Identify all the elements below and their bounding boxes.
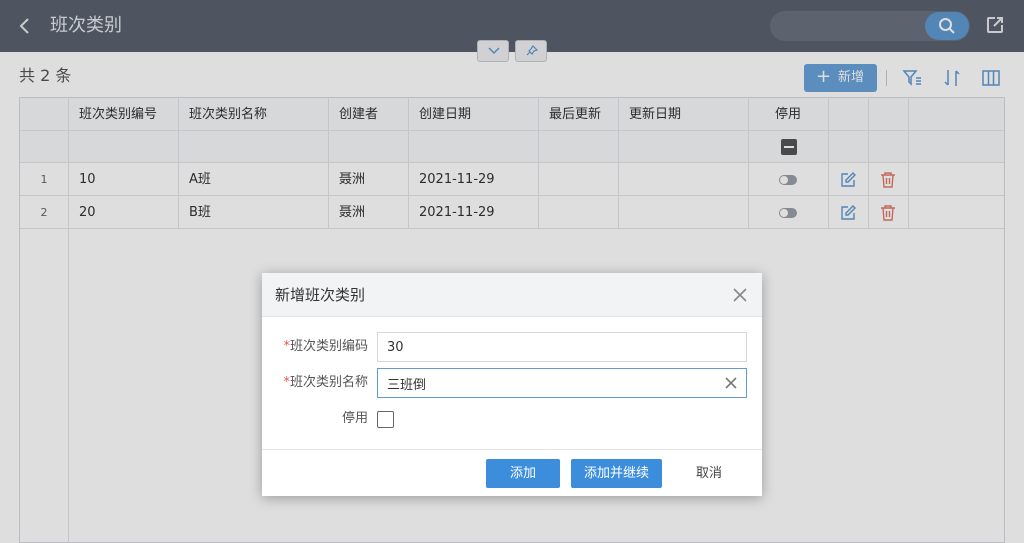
- add-shift-category-dialog: 新增班次类别 *班次类别编码 *班次类别名称 停用 添加 添加并继续 取消: [262, 273, 762, 496]
- name-input[interactable]: [377, 368, 747, 398]
- dialog-header: 新增班次类别: [262, 273, 762, 317]
- code-input[interactable]: [377, 332, 747, 362]
- dialog-title: 新增班次类别: [275, 286, 366, 304]
- clear-icon[interactable]: [724, 376, 738, 390]
- cancel-button[interactable]: 取消: [677, 459, 741, 488]
- close-icon[interactable]: [731, 286, 749, 304]
- add-and-continue-button[interactable]: 添加并继续: [571, 459, 662, 488]
- name-label: *班次类别名称: [283, 375, 368, 390]
- add-button[interactable]: 添加: [486, 459, 560, 488]
- disable-checkbox[interactable]: [377, 411, 394, 428]
- disable-label: 停用: [341, 411, 368, 426]
- dialog-footer-divider: [262, 449, 762, 450]
- code-label: *班次类别编码: [283, 339, 368, 354]
